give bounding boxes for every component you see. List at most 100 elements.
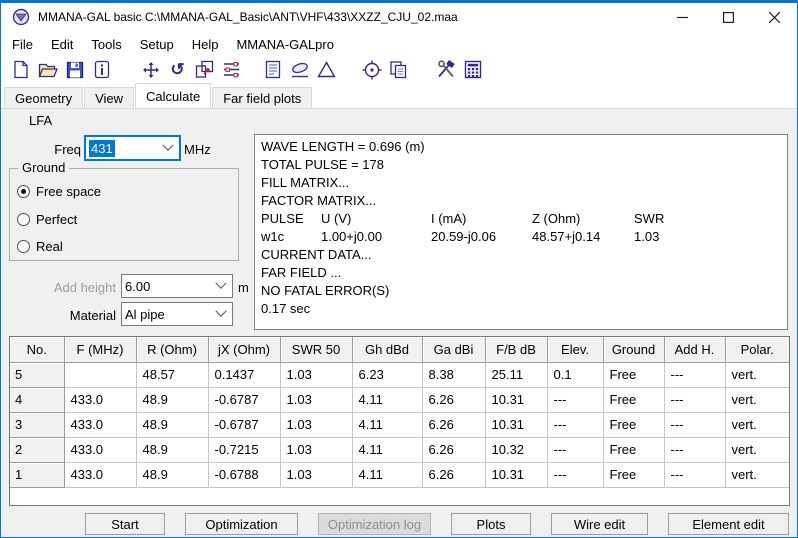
memo-icon[interactable] [259,58,286,82]
tab-calculate[interactable]: Calculate [135,83,211,108]
table-cell[interactable]: 48.9 [136,387,208,412]
table-cell[interactable]: vert. [725,362,790,387]
radio-real[interactable]: Real [17,239,63,254]
table-cell[interactable]: 1.03 [280,462,352,487]
table-cell[interactable]: -0.6787 [208,412,280,437]
table-cell[interactable]: -0.6788 [208,462,280,487]
tab-geometry[interactable]: Geometry [4,87,83,108]
table-cell[interactable]: vert. [725,462,790,487]
open-file-icon[interactable] [34,58,61,82]
table-cell[interactable]: 1.03 [280,437,352,462]
table-cell[interactable]: 25.11 [485,362,547,387]
table-cell[interactable]: 6.26 [422,462,485,487]
table-cell[interactable]: 10.31 [485,462,547,487]
menu-edit[interactable]: Edit [42,35,82,54]
table-cell[interactable]: --- [664,437,725,462]
element-edit-button[interactable]: Element edit [668,513,789,535]
table-cell[interactable]: --- [664,462,725,487]
table-cell[interactable]: Free [603,387,664,412]
table-cell[interactable]: 1.03 [280,387,352,412]
table-cell[interactable]: 433.0 [64,412,136,437]
table-cell[interactable]: 6.26 [422,412,485,437]
table-cell[interactable]: 10.31 [485,412,547,437]
table-cell[interactable]: 6.26 [422,437,485,462]
table-cell[interactable]: --- [664,387,725,412]
new-file-icon[interactable] [7,58,34,82]
close-button[interactable] [751,3,797,31]
table-cell[interactable]: 431.0 [64,362,136,387]
table-cell[interactable]: 10.32 [485,437,547,462]
table-cell[interactable]: --- [547,437,603,462]
wire-edit-button[interactable]: Wire edit [551,513,648,535]
table-cell[interactable]: 4.11 [352,462,422,487]
table-cell[interactable]: Free [603,437,664,462]
table-cell[interactable]: Free [603,412,664,437]
move-icon[interactable] [137,58,164,82]
tab-view[interactable]: View [84,87,134,108]
table-cell[interactable]: 48.9 [136,437,208,462]
table-cell[interactable]: 8.38 [422,362,485,387]
maximize-button[interactable] [705,3,751,31]
table-cell[interactable]: --- [664,412,725,437]
radio-perfect[interactable]: Perfect [17,212,77,227]
add-height-combobox[interactable]: 6.00 [121,274,233,298]
row-number-cell[interactable]: 1 [10,462,64,487]
info-icon[interactable] [88,58,115,82]
chevron-down-icon[interactable] [215,278,226,289]
table-cell[interactable]: --- [547,387,603,412]
material-combobox[interactable]: Al pipe [121,302,233,326]
table-cell[interactable]: 433.0 [64,462,136,487]
row-number-cell[interactable]: 4 [10,387,64,412]
calculator-icon[interactable] [459,58,486,82]
table-cell[interactable]: -0.6787 [208,387,280,412]
menu-mmana-galpro[interactable]: MMANA-GALpro [227,35,343,54]
table-cell[interactable]: 1.03 [280,412,352,437]
scale-window-icon[interactable] [191,58,218,82]
table-cell[interactable]: 0.1437 [208,362,280,387]
radio-free-space[interactable]: Free space [17,184,101,199]
table-cell[interactable]: 48.57 [136,362,208,387]
table-cell[interactable]: 48.9 [136,412,208,437]
table-cell[interactable]: vert. [725,412,790,437]
rotate-icon[interactable]: ↺ [164,58,191,82]
table-cell[interactable]: 4.11 [352,437,422,462]
table-cell[interactable]: 6.26 [422,387,485,412]
menu-help[interactable]: Help [183,35,228,54]
menu-file[interactable]: File [3,35,42,54]
set-origin-icon[interactable] [358,58,385,82]
table-cell[interactable]: 10.31 [485,387,547,412]
table-cell[interactable]: --- [547,462,603,487]
table-cell[interactable]: 4.11 [352,412,422,437]
optimization-button[interactable]: Optimization [185,513,298,535]
table-cell[interactable]: --- [547,412,603,437]
minimize-button[interactable] [659,3,705,31]
table-cell[interactable]: 1.03 [280,362,352,387]
tab-far-field-plots[interactable]: Far field plots [212,87,312,108]
table-cell[interactable]: 6.23 [352,362,422,387]
table-cell[interactable]: 433.0 [64,437,136,462]
row-number-cell[interactable]: 2 [10,437,64,462]
table-cell[interactable]: 4.11 [352,387,422,412]
save-icon[interactable] [61,58,88,82]
table-cell[interactable]: vert. [725,387,790,412]
tools-options-icon[interactable] [432,58,459,82]
plots-button[interactable]: Plots [451,513,531,535]
row-number-cell[interactable]: 5 [10,362,64,387]
wire-setup-icon[interactable] [218,58,245,82]
table-cell[interactable]: -0.7215 [208,437,280,462]
chevron-down-icon[interactable] [162,140,173,151]
copy-icon[interactable] [385,58,412,82]
table-cell[interactable]: Free [603,462,664,487]
menu-tools[interactable]: Tools [82,35,130,54]
table-cell[interactable]: 0.1 [547,362,603,387]
menu-setup[interactable]: Setup [131,35,183,54]
freq-combobox[interactable]: 431 [85,136,180,160]
table-cell[interactable]: Free [603,362,664,387]
chevron-down-icon[interactable] [215,306,226,317]
eraser-icon[interactable] [286,58,313,82]
row-number-cell[interactable]: 3 [10,412,64,437]
add-triangle-icon[interactable] [313,58,340,82]
table-cell[interactable]: 433.0 [64,387,136,412]
table-cell[interactable]: 48.9 [136,462,208,487]
start-button[interactable]: Start [85,513,165,535]
